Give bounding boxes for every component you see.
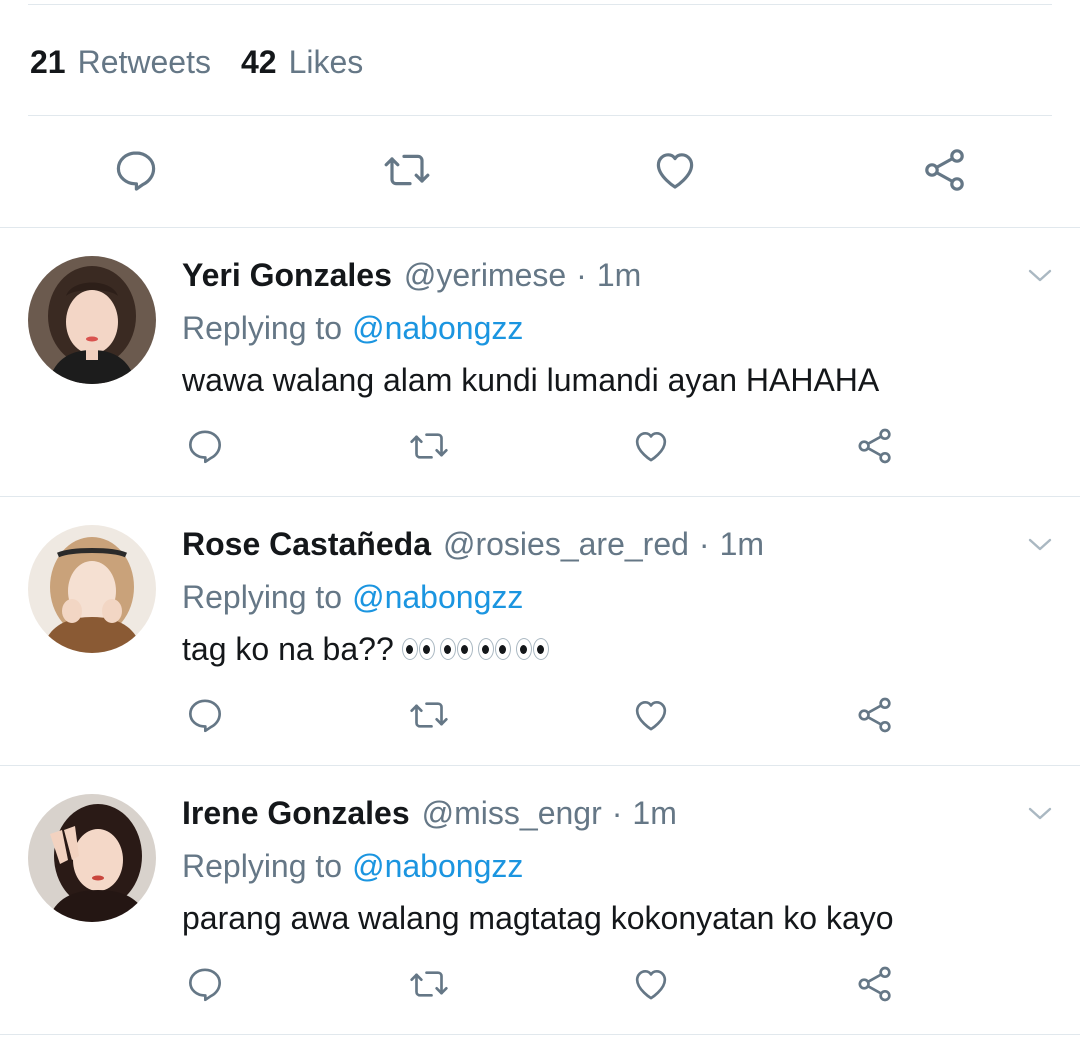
- separator: ·: [698, 525, 710, 562]
- avatar[interactable]: [28, 794, 156, 922]
- divider: [28, 4, 1052, 5]
- heart-icon: [631, 695, 671, 735]
- avatar-image: [28, 794, 156, 922]
- chevron-down-icon: [1028, 807, 1052, 820]
- retweet-button[interactable]: [405, 422, 453, 470]
- user-handle[interactable]: @yerimese: [404, 257, 566, 294]
- share-button[interactable]: [851, 960, 899, 1008]
- retweet-icon: [409, 964, 449, 1004]
- reply-actions-bar: [0, 691, 1080, 739]
- reply-actions-bar: [0, 422, 1080, 470]
- like-button[interactable]: [627, 422, 675, 470]
- more-options-button[interactable]: [1024, 262, 1056, 290]
- separator: ·: [576, 256, 587, 293]
- replying-to: Replying to @nabongzz: [182, 842, 523, 890]
- retweet-icon: [383, 146, 431, 194]
- user-name[interactable]: Yeri Gonzales: [182, 257, 392, 294]
- tweet-stats: 21 Retweets 42 Likes: [30, 40, 363, 84]
- mention-link[interactable]: @nabongzz: [352, 848, 523, 885]
- reply-tweet[interactable]: Yeri Gonzales @yerimese · 1m Replying to…: [0, 228, 1080, 496]
- retweet-icon: [409, 695, 449, 735]
- share-icon: [855, 695, 895, 735]
- reply-icon: [185, 964, 225, 1004]
- reply-button[interactable]: [181, 422, 229, 470]
- eyes-emoji-icon: [401, 638, 554, 660]
- likes-count[interactable]: 42: [241, 44, 277, 81]
- retweet-button[interactable]: [405, 691, 453, 739]
- share-button[interactable]: [851, 422, 899, 470]
- avatar-image: [28, 525, 156, 653]
- reply-header: Rose Castañeda @rosies_are_red · 1m: [182, 519, 764, 569]
- reply-icon: [112, 146, 160, 194]
- retweet-button[interactable]: [377, 140, 437, 200]
- timestamp[interactable]: 1m: [632, 795, 676, 832]
- replying-label: Replying to: [182, 847, 343, 884]
- divider: [28, 115, 1052, 116]
- avatar-image: [28, 256, 156, 384]
- reply-header: Irene Gonzales @miss_engr · 1m: [182, 788, 677, 838]
- more-options-button[interactable]: [1024, 800, 1056, 828]
- share-button[interactable]: [851, 691, 899, 739]
- tweet-text: parang awa walang magtatag kokonyatan ko…: [182, 899, 894, 936]
- heart-icon: [631, 426, 671, 466]
- user-name[interactable]: Irene Gonzales: [182, 795, 410, 832]
- reply-button[interactable]: [181, 960, 229, 1008]
- share-button[interactable]: [915, 140, 975, 200]
- tweet-actions-bar: [0, 140, 1080, 200]
- tweet-text: wawa walang alam kundi lumandi ayan HAHA…: [182, 361, 880, 398]
- like-button[interactable]: [645, 140, 705, 200]
- retweets-label[interactable]: Retweets: [78, 44, 211, 81]
- reply-button[interactable]: [106, 140, 166, 200]
- like-button[interactable]: [627, 960, 675, 1008]
- retweets-count[interactable]: 21: [30, 44, 66, 81]
- reply-header: Yeri Gonzales @yerimese · 1m: [182, 250, 641, 300]
- reply-actions-bar: [0, 960, 1080, 1008]
- reply-button[interactable]: [181, 691, 229, 739]
- avatar[interactable]: [28, 256, 156, 384]
- reply-icon: [185, 426, 225, 466]
- user-name[interactable]: Rose Castañeda: [182, 526, 431, 563]
- replying-label: Replying to: [182, 578, 343, 615]
- heart-icon: [651, 146, 699, 194]
- reply-tweet[interactable]: Irene Gonzales @miss_engr · 1m Replying …: [0, 766, 1080, 1034]
- reply-icon: [185, 695, 225, 735]
- share-icon: [855, 426, 895, 466]
- chevron-down-icon: [1028, 538, 1052, 551]
- likes-label[interactable]: Likes: [289, 44, 364, 81]
- more-options-button[interactable]: [1024, 531, 1056, 559]
- heart-icon: [631, 964, 671, 1004]
- user-handle[interactable]: @miss_engr: [422, 795, 602, 832]
- timestamp[interactable]: 1m: [597, 257, 641, 294]
- share-icon: [921, 146, 969, 194]
- tweet-text: tag ko na ba??: [182, 625, 554, 673]
- chevron-down-icon: [1028, 269, 1052, 282]
- reply-tweet[interactable]: Rose Castañeda @rosies_are_red · 1m Repl…: [0, 497, 1080, 765]
- avatar[interactable]: [28, 525, 156, 653]
- mention-link[interactable]: @nabongzz: [352, 579, 523, 616]
- divider: [0, 1034, 1080, 1035]
- replying-to: Replying to @nabongzz: [182, 304, 523, 352]
- mention-link[interactable]: @nabongzz: [352, 310, 523, 347]
- timestamp[interactable]: 1m: [720, 526, 764, 563]
- retweet-icon: [409, 426, 449, 466]
- share-icon: [855, 964, 895, 1004]
- replying-to: Replying to @nabongzz: [182, 573, 523, 621]
- retweet-button[interactable]: [405, 960, 453, 1008]
- tweet-text-content: tag ko na ba??: [182, 630, 394, 667]
- user-handle[interactable]: @rosies_are_red: [443, 526, 689, 563]
- separator: ·: [611, 794, 623, 831]
- replying-label: Replying to: [182, 309, 343, 346]
- like-button[interactable]: [627, 691, 675, 739]
